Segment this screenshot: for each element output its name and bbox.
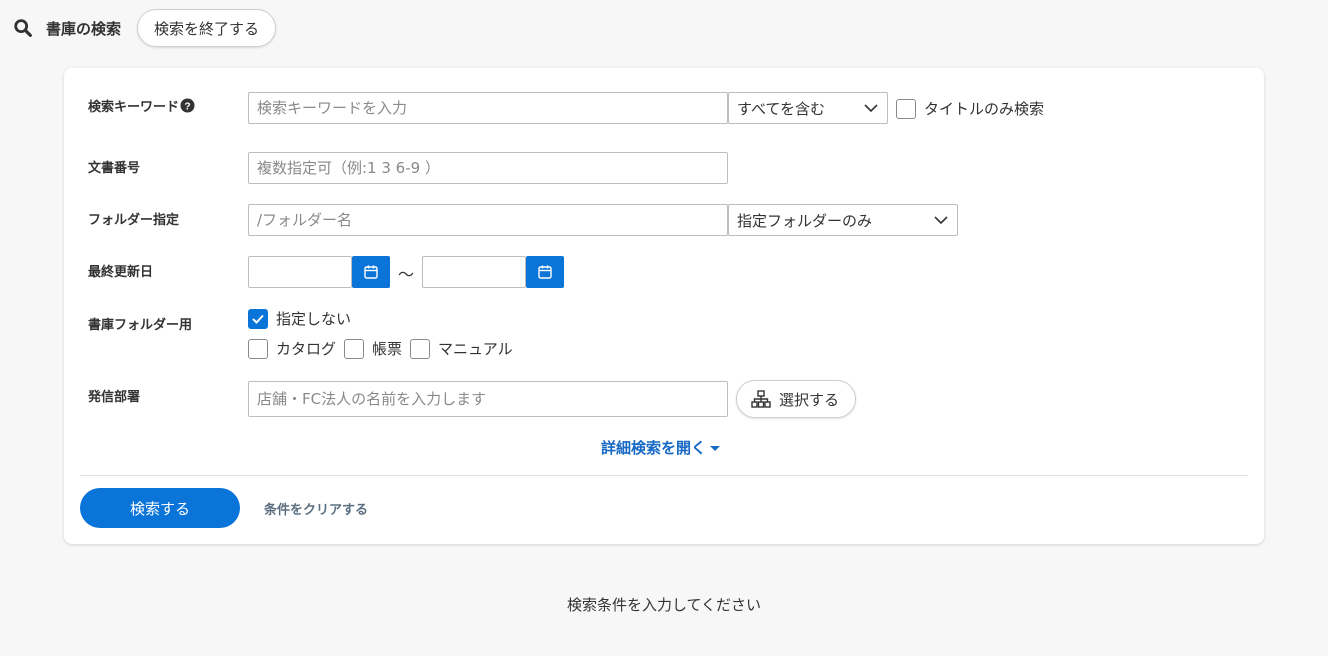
keyword-input[interactable] [248, 92, 728, 124]
help-icon[interactable]: ? [180, 98, 195, 113]
calendar-icon [538, 265, 552, 279]
updated-to-calendar-button[interactable] [526, 256, 564, 288]
manual-label: マニュアル [438, 340, 513, 358]
org-chart-icon [751, 390, 771, 408]
form-sheet-checkbox[interactable] [344, 338, 365, 359]
search-icon [14, 19, 32, 37]
calendar-icon [364, 265, 378, 279]
library-option-group: カタログ 帳票 マニュアル [248, 338, 521, 359]
svg-text:?: ? [184, 101, 190, 112]
doc-number-input[interactable] [248, 152, 728, 184]
chevron-down-icon [864, 104, 878, 113]
manual-checkbox[interactable] [410, 338, 431, 359]
empty-state-message: 検索条件を入力してください [566, 596, 762, 614]
caret-down-icon [710, 445, 721, 451]
updated-from-input[interactable] [248, 256, 352, 288]
library-folder-label: 書庫フォルダー用 [88, 318, 193, 333]
page-title: 書庫の検索 [46, 19, 122, 38]
department-select-label: 選択する [779, 390, 840, 409]
library-option-none[interactable]: 指定しない [248, 308, 359, 329]
updated-from-calendar-button[interactable] [352, 256, 390, 288]
updated-label: 最終更新日 [88, 265, 154, 280]
keyword-label-group: 検索キーワード ? [88, 96, 195, 115]
end-search-button[interactable]: 検索を終了する [137, 9, 277, 47]
department-label: 発信部署 [88, 390, 141, 405]
match-mode-select[interactable]: すべてを含む [728, 92, 888, 124]
department-input[interactable] [248, 381, 728, 417]
none-checkbox[interactable] [248, 308, 268, 329]
catalog-checkbox[interactable] [248, 338, 268, 359]
checkmark-icon [252, 314, 264, 324]
keyword-label: 検索キーワード [88, 100, 180, 115]
catalog-label: カタログ [276, 340, 337, 358]
folder-scope-select[interactable]: 指定フォルダーのみ [728, 204, 958, 236]
search-button[interactable]: 検索する [80, 488, 240, 528]
advanced-search-label: 詳細検索を開く [601, 439, 707, 457]
folder-scope-value: 指定フォルダーのみ [737, 211, 873, 230]
chevron-down-icon [934, 216, 948, 225]
date-range-separator: 〜 [398, 265, 415, 284]
page-header: 書庫の検索 検索を終了する [12, 8, 277, 48]
title-only-checkbox[interactable] [896, 98, 916, 119]
advanced-search-toggle[interactable]: 詳細検索を開く [601, 437, 721, 458]
search-form-card: 検索キーワード ? すべてを含む タイトルのみ検索 文書番号 フォルダー指定 指… [64, 68, 1264, 544]
match-mode-value: すべてを含む [737, 99, 826, 118]
folder-label: フォルダー指定 [88, 213, 180, 228]
clear-conditions-link[interactable]: 条件をクリアする [264, 499, 368, 518]
form-sheet-label: 帳票 [372, 340, 403, 358]
title-only-option[interactable]: タイトルのみ検索 [896, 98, 1052, 119]
doc-number-label: 文書番号 [88, 161, 141, 176]
none-label: 指定しない [276, 310, 352, 328]
updated-to-input[interactable] [422, 256, 526, 288]
form-divider [80, 475, 1248, 476]
title-only-label: タイトルのみ検索 [924, 100, 1045, 118]
folder-input[interactable] [248, 204, 728, 236]
department-select-button[interactable]: 選択する [736, 380, 857, 418]
